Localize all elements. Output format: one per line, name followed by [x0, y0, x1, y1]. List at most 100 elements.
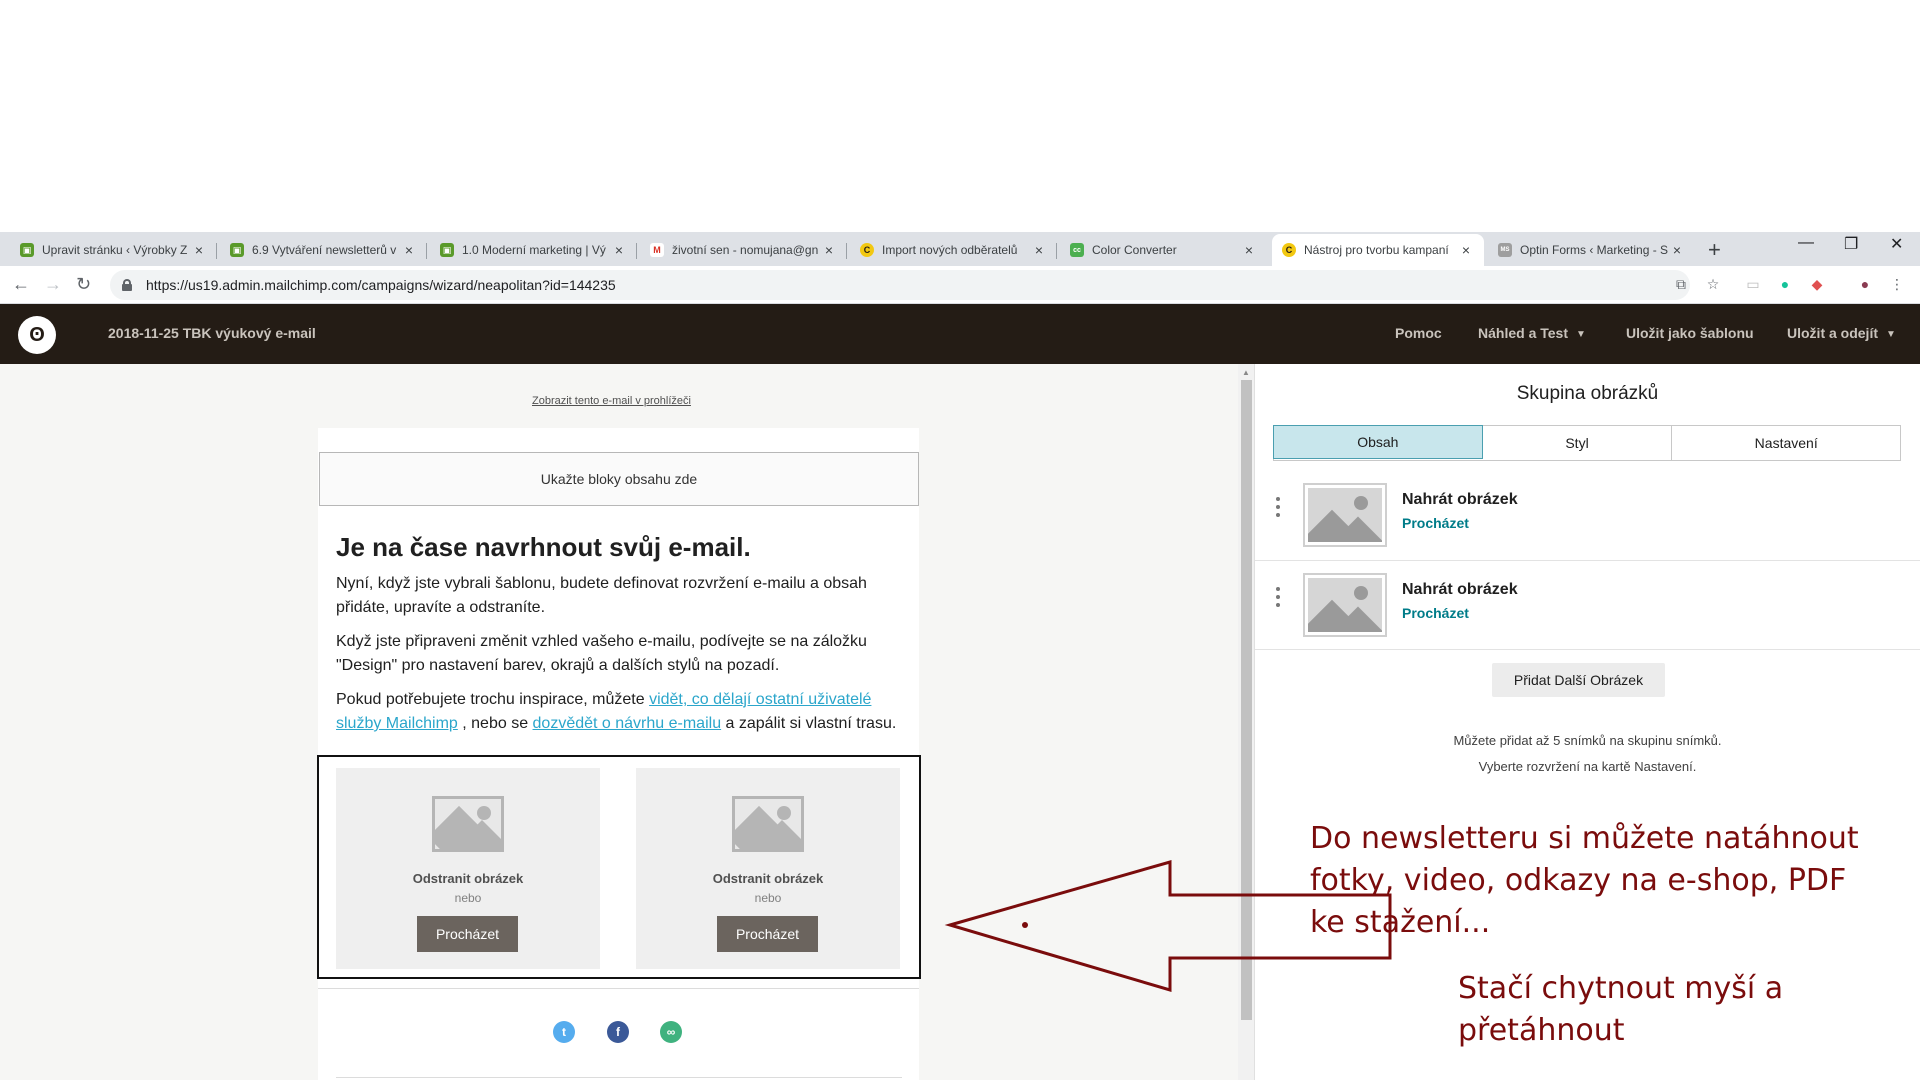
drag-handle-icon[interactable]: [1276, 497, 1282, 521]
email-design-link[interactable]: dozvědět o návrhu e-mailu: [533, 715, 722, 732]
close-tab-icon[interactable]: ×: [1458, 242, 1474, 258]
annotation-line: ke stažení...: [1310, 905, 1491, 940]
image-placeholder-card[interactable]: Odstranit obrázek nebo Procházet: [336, 768, 600, 969]
help-link[interactable]: Pomoc: [1395, 325, 1442, 341]
extension-icon[interactable]: ▭: [1744, 275, 1762, 293]
remove-image-link[interactable]: Odstranit obrázek: [336, 871, 600, 886]
email-paragraph-1[interactable]: Nyní, když jste vybrali šablonu, budete …: [336, 572, 906, 620]
browse-link[interactable]: Procházet: [1402, 605, 1469, 621]
scrollbar-thumb[interactable]: [1241, 380, 1252, 1020]
browser-tab[interactable]: C Import nových odběratelů ×: [850, 234, 1057, 266]
browser-tab-active[interactable]: C Nástroj pro tvorbu kampaní ×: [1272, 234, 1484, 266]
tab-style[interactable]: Styl: [1483, 426, 1673, 460]
browser-tab[interactable]: MS Optin Forms ‹ Marketing - S ×: [1488, 234, 1695, 266]
link-icon[interactable]: ∞: [660, 1021, 682, 1043]
tab-title: Color Converter: [1092, 243, 1177, 257]
tab-content[interactable]: Obsah: [1273, 425, 1483, 459]
annotation-text: Do newsletteru si můžete natáhnout fotky…: [1310, 818, 1859, 944]
annotation-line: přetáhnout: [1458, 1013, 1625, 1048]
close-tab-icon[interactable]: ×: [611, 242, 627, 258]
browser-toolbar: ← → ↻ https://us19.admin.mailchimp.com/c…: [0, 266, 1920, 304]
content-dropzone[interactable]: Ukažte bloky obsahu zde: [319, 452, 919, 506]
preview-test-menu[interactable]: Náhled a Test ▼: [1478, 325, 1586, 341]
tab-title: Optin Forms ‹ Marketing - S: [1520, 243, 1669, 257]
twitter-icon[interactable]: t: [553, 1021, 575, 1043]
annotation-text: Stačí chytnout myší a přetáhnout: [1458, 968, 1783, 1052]
address-bar[interactable]: https://us19.admin.mailchimp.com/campaig…: [110, 270, 1690, 300]
tab-title: Upravit stránku ‹ Výrobky Z: [42, 243, 188, 257]
close-tab-icon[interactable]: ×: [191, 242, 207, 258]
close-tab-icon[interactable]: ×: [401, 242, 417, 258]
image-group-block[interactable]: Odstranit obrázek nebo Procházet Odstran…: [317, 755, 921, 979]
divider-line: [336, 1077, 902, 1078]
image-thumbnail[interactable]: [1303, 573, 1387, 637]
upload-image-label: Nahrát obrázek: [1402, 581, 1518, 598]
favicon-icon: ▣: [20, 243, 34, 257]
tab-title: 1.0 Moderní marketing | Vý: [462, 243, 606, 257]
view-in-browser-link[interactable]: Zobrazit tento e-mail v prohlížeči: [532, 395, 691, 407]
shield-extension-icon[interactable]: ◆: [1808, 275, 1826, 293]
tab-settings[interactable]: Nastavení: [1672, 426, 1900, 460]
menu-kebab-icon[interactable]: ⋮: [1888, 275, 1906, 293]
forward-icon[interactable]: →: [44, 274, 62, 295]
save-template-link[interactable]: Uložit jako šablonu: [1626, 325, 1754, 341]
paragraph-text: , nebo se: [457, 715, 533, 732]
favicon-icon: cc: [1070, 243, 1084, 257]
upload-image-label: Nahrát obrázek: [1402, 491, 1518, 508]
panel-note: Můžete přidat až 5 snímků na skupinu sní…: [1453, 733, 1722, 748]
mailchimp-logo-icon[interactable]: ʘ: [18, 316, 56, 354]
email-paragraph-3[interactable]: Pokud potřebujete trochu inspirace, může…: [336, 688, 906, 736]
image-placeholder-icon: [1308, 488, 1382, 542]
mailchimp-favicon-icon: C: [860, 243, 874, 257]
reload-icon[interactable]: ↻: [76, 274, 91, 295]
or-label: nebo: [454, 891, 482, 905]
scroll-up-icon[interactable]: ▲: [1242, 368, 1250, 377]
browser-tab[interactable]: M životní sen - nomujana@gn ×: [640, 234, 847, 266]
image-thumbnail[interactable]: [1303, 483, 1387, 547]
panel-note: Vyberte rozvržení na kartě Nastavení.: [1478, 759, 1697, 774]
new-tab-button[interactable]: +: [1708, 237, 1721, 263]
minimize-icon[interactable]: —: [1798, 234, 1814, 252]
browser-tab[interactable]: ▣ 6.9 Vytváření newsletterů v ×: [220, 234, 427, 266]
save-exit-menu[interactable]: Uložit a odejít ▼: [1787, 325, 1896, 341]
email-paragraph-2[interactable]: Když jste připraveni změnit vzhled vašeh…: [336, 630, 906, 678]
remove-image-link[interactable]: Odstranit obrázek: [636, 871, 900, 886]
profile-avatar[interactable]: ●: [1856, 275, 1874, 293]
paragraph-text: Pokud potřebujete trochu inspirace, může…: [336, 691, 650, 708]
close-tab-icon[interactable]: ×: [1031, 242, 1047, 258]
mailchimp-favicon-icon: C: [1282, 243, 1296, 257]
browse-button[interactable]: Procházet: [717, 916, 818, 952]
maximize-icon[interactable]: ❐: [1844, 234, 1858, 254]
close-window-icon[interactable]: ✕: [1890, 234, 1903, 254]
image-placeholder-icon: [432, 796, 504, 852]
email-headline[interactable]: Je na čase navrhnout svůj e-mail.: [336, 532, 751, 563]
grammarly-icon[interactable]: ●: [1776, 275, 1794, 293]
drag-handle-icon[interactable]: [1276, 587, 1282, 611]
lock-icon: [122, 279, 132, 291]
browser-tab[interactable]: ▣ Upravit stránku ‹ Výrobky Z ×: [10, 234, 217, 266]
add-image-button[interactable]: Přidat Další Obrázek: [1492, 663, 1665, 697]
close-tab-icon[interactable]: ×: [821, 242, 837, 258]
image-placeholder-card[interactable]: Odstranit obrázek nebo Procházet: [636, 768, 900, 969]
browse-button[interactable]: Procházet: [417, 916, 518, 952]
annotation-line: Stačí chytnout myší a: [1458, 971, 1784, 1006]
bookmark-star-icon[interactable]: ☆: [1704, 275, 1722, 293]
annotation-line: fotky, video, odkazy na e-shop, PDF: [1310, 863, 1847, 898]
browser-tab[interactable]: cc Color Converter ×: [1060, 234, 1267, 266]
translate-icon[interactable]: ⧉: [1672, 275, 1690, 293]
canvas-scrollbar[interactable]: ▲: [1238, 364, 1254, 1080]
close-tab-icon[interactable]: ×: [1669, 242, 1685, 258]
browser-tab[interactable]: ▣ 1.0 Moderní marketing | Vý ×: [430, 234, 637, 266]
back-icon[interactable]: ←: [12, 274, 30, 295]
browser-tab-strip: ▣ Upravit stránku ‹ Výrobky Z × ▣ 6.9 Vy…: [0, 232, 1920, 266]
gmail-favicon-icon: M: [650, 243, 664, 257]
annotation-line: Do newsletteru si můžete natáhnout: [1310, 821, 1859, 856]
facebook-icon[interactable]: f: [607, 1021, 629, 1043]
browse-link[interactable]: Procházet: [1402, 515, 1469, 531]
preview-test-label: Náhled a Test: [1478, 325, 1568, 341]
url-text: https://us19.admin.mailchimp.com/campaig…: [146, 277, 616, 293]
favicon-icon: ▣: [230, 243, 244, 257]
tab-title: 6.9 Vytváření newsletterů v: [252, 243, 397, 257]
close-tab-icon[interactable]: ×: [1241, 242, 1257, 258]
image-placeholder-icon: [1308, 578, 1382, 632]
